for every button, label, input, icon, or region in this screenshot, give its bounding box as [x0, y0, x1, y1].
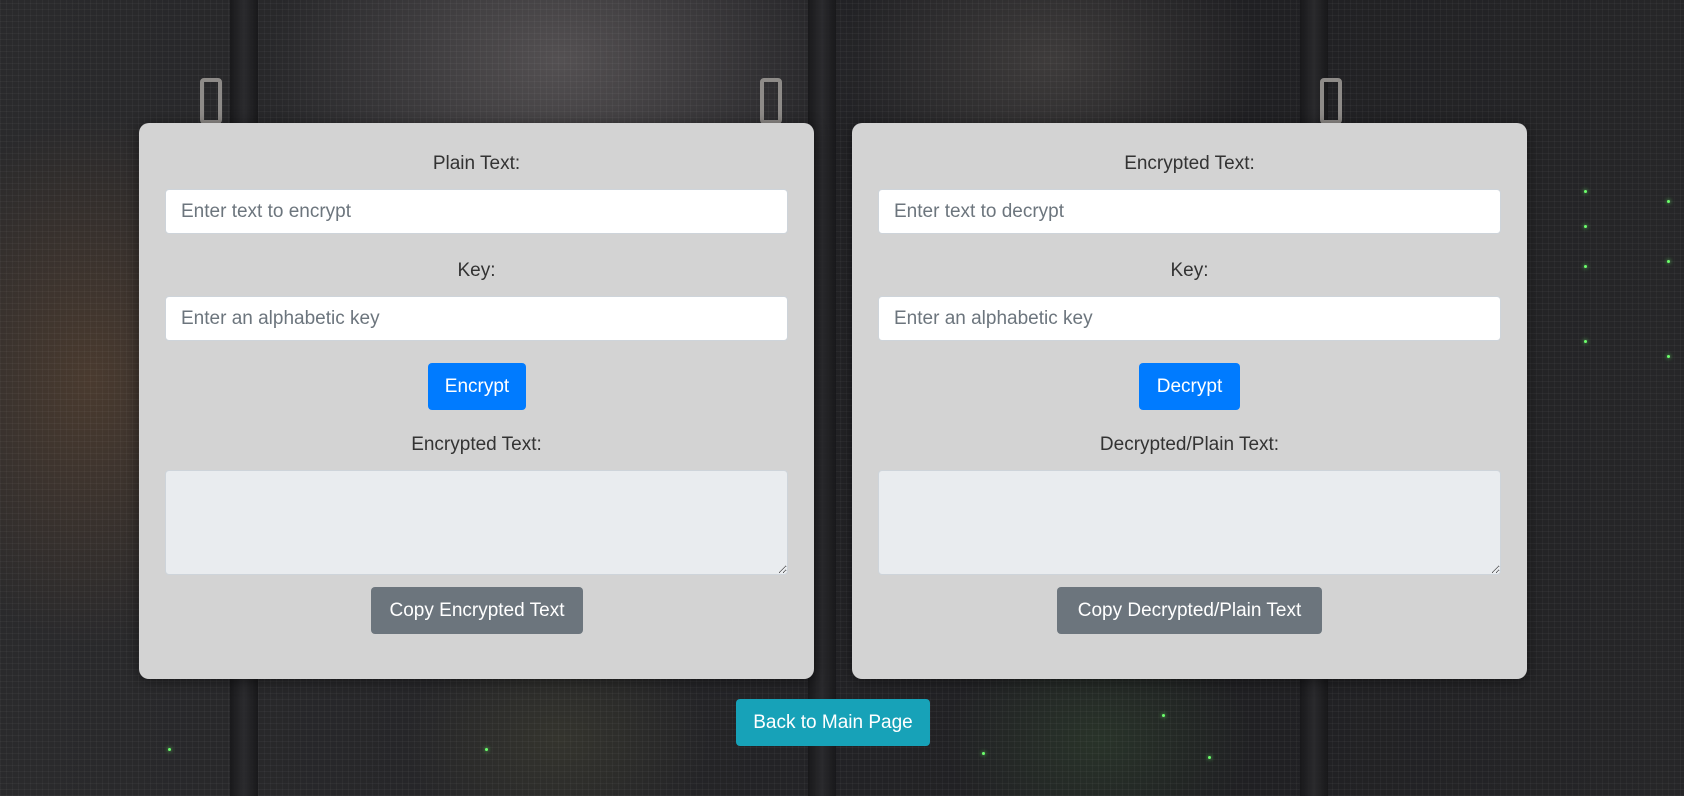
- rack-handle: [760, 78, 782, 124]
- status-led: [1667, 355, 1670, 358]
- status-led: [1584, 225, 1587, 228]
- copy-decrypted-button[interactable]: Copy Decrypted/Plain Text: [1057, 587, 1322, 634]
- encrypt-button[interactable]: Encrypt: [428, 363, 526, 410]
- encrypted-text-label: Encrypted Text:: [1124, 153, 1255, 174]
- decrypted-text-output[interactable]: [878, 470, 1501, 575]
- encrypt-panel: Plain Text: Key: Encrypt Encrypted Text:…: [139, 123, 814, 679]
- status-led: [1584, 340, 1587, 343]
- status-led: [1584, 190, 1587, 193]
- encrypted-output-label: Encrypted Text:: [411, 434, 542, 455]
- rack-handle: [1320, 78, 1342, 124]
- decrypt-button[interactable]: Decrypt: [1139, 363, 1240, 410]
- copy-encrypted-button[interactable]: Copy Encrypted Text: [371, 587, 583, 634]
- decrypt-key-input[interactable]: [878, 296, 1501, 341]
- encrypt-key-input[interactable]: [165, 296, 788, 341]
- plain-text-input[interactable]: [165, 189, 788, 234]
- status-led: [1208, 756, 1211, 759]
- encrypted-text-input[interactable]: [878, 189, 1501, 234]
- status-led: [168, 748, 171, 751]
- back-to-main-button[interactable]: Back to Main Page: [736, 699, 930, 746]
- encrypt-key-label: Key:: [457, 260, 496, 281]
- encrypted-text-output[interactable]: [165, 470, 788, 575]
- status-led: [982, 752, 985, 755]
- plain-text-label: Plain Text:: [432, 153, 521, 174]
- status-led: [1162, 714, 1165, 717]
- status-led: [1667, 200, 1670, 203]
- decrypt-key-label: Key:: [1170, 260, 1209, 281]
- decrypt-panel: Encrypted Text: Key: Decrypt Decrypted/P…: [852, 123, 1527, 679]
- status-led: [485, 748, 488, 751]
- status-led: [1584, 265, 1587, 268]
- decrypted-output-label: Decrypted/Plain Text:: [1099, 434, 1280, 455]
- rack-handle: [200, 78, 222, 124]
- status-led: [1667, 260, 1670, 263]
